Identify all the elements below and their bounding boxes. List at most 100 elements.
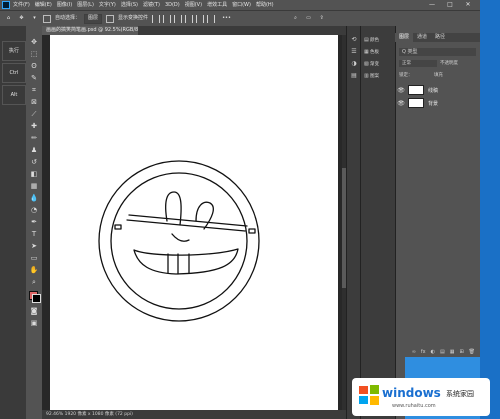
layer-mask-icon[interactable]: ◐ (431, 349, 435, 355)
trash-icon[interactable]: 🗑 (469, 349, 475, 355)
menu-layer[interactable]: 图层(L) (77, 0, 94, 10)
layer-style-icon[interactable]: fx (421, 349, 426, 355)
align-center-icon[interactable] (163, 14, 172, 23)
blend-mode-dropdown[interactable]: 正常 (399, 60, 437, 67)
quick-select-tool-icon[interactable]: ✎ (29, 73, 39, 83)
zoom-tool-icon[interactable]: ⌕ (29, 277, 39, 287)
align-bottom-icon[interactable] (207, 14, 216, 23)
layer-row[interactable]: 👁 线稿 (396, 84, 480, 96)
eraser-tool-icon[interactable]: ◧ (29, 169, 39, 179)
new-layer-icon[interactable]: ⊞ (459, 349, 463, 355)
eyebrow-line-bottom (126, 219, 246, 232)
maximize-button[interactable]: □ (442, 0, 458, 10)
menu-3d[interactable]: 3D(D) (165, 0, 180, 10)
brush-tool-icon[interactable]: ✏ (29, 133, 39, 143)
menu-file[interactable]: 文件(F) (13, 0, 30, 10)
menu-type[interactable]: 文字(Y) (99, 0, 116, 10)
marquee-tool-icon[interactable]: ⬚ (29, 49, 39, 59)
frame-tool-icon[interactable]: ⊠ (29, 97, 39, 107)
menu-plugins[interactable]: 增效工具 (207, 0, 227, 10)
tab-layers[interactable]: 图层 (395, 33, 414, 42)
layer-row[interactable]: 👁 背景 (396, 97, 480, 109)
background-color-swatch[interactable] (32, 294, 41, 303)
lasso-tool-icon[interactable]: ʘ (29, 61, 39, 71)
watermark-sub: 系统家园 (446, 390, 474, 398)
pen-tool-icon[interactable]: ✒ (29, 217, 39, 227)
menu-image[interactable]: 图像(I) (57, 0, 72, 10)
adjustments-panel-icon[interactable]: ◑ (350, 60, 358, 68)
visibility-eye-icon[interactable]: 👁 (396, 87, 406, 94)
align-middle-icon[interactable] (196, 14, 205, 23)
tab-paths[interactable]: 路径 (431, 33, 449, 42)
screen-mode-icon[interactable]: ▣ (29, 318, 39, 328)
type-tool-icon[interactable]: T (29, 229, 39, 239)
menu-help[interactable]: 帮助(H) (256, 0, 274, 10)
layer-thumbnail (408, 98, 424, 108)
gradients-panel-label: 渐变 (370, 62, 379, 67)
align-left-icon[interactable] (152, 14, 161, 23)
collapsed-panels-column: ⟲ ☰ ◑ ▤ (346, 26, 360, 419)
right-eye (195, 201, 214, 230)
gradients-panel-item[interactable]: ▧渐变 (364, 60, 395, 68)
share-icon[interactable]: ⇪ (317, 14, 326, 23)
tool-preset-chevron-icon[interactable]: ▾ (30, 14, 39, 23)
menu-select[interactable]: 选择(S) (121, 0, 138, 10)
shortcut-label-ctrl[interactable]: Ctrl (2, 63, 26, 83)
close-button[interactable]: ✕ (460, 0, 476, 10)
patterns-panel-item[interactable]: ▥图案 (364, 72, 395, 80)
tab-channels[interactable]: 通道 (413, 33, 431, 42)
crop-tool-icon[interactable]: ⌗ (29, 85, 39, 95)
tools-panel: ✥ ⬚ ʘ ✎ ⌗ ⊠ ⟋ ✚ ✏ ♟ ↺ ◧ ▦ 💧 ◔ ✒ T ➤ ▭ ✋ … (26, 26, 42, 419)
shortcut-label-exec[interactable]: 执行 (2, 41, 26, 61)
search-icon[interactable]: ⌕ (291, 14, 300, 23)
color-panel-item[interactable]: ▤颜色 (364, 36, 395, 44)
adjustment-layer-icon[interactable]: ▤ (440, 349, 445, 355)
layer-name[interactable]: 背景 (428, 100, 438, 107)
path-select-tool-icon[interactable]: ➤ (29, 241, 39, 251)
show-transform-checkbox[interactable] (106, 14, 115, 23)
fill-label[interactable]: 填充 (434, 73, 443, 78)
align-top-icon[interactable] (185, 14, 194, 23)
dodge-tool-icon[interactable]: ◔ (29, 205, 39, 215)
watermark-brand: windows (382, 386, 441, 400)
menu-bar: 文件(F) 编辑(E) 图像(I) 图层(L) 文字(Y) 选择(S) 滤镜(T… (0, 0, 500, 10)
history-panel-icon[interactable]: ⟲ (350, 36, 358, 44)
group-icon[interactable]: ▦ (450, 349, 455, 355)
more-options-icon[interactable]: ••• (222, 14, 231, 23)
opacity-label[interactable]: 不透明度 (440, 60, 476, 67)
layers-panel-tabs: 图层 通道 路径 (395, 33, 480, 42)
shortcut-label-alt[interactable]: Alt (2, 85, 26, 105)
minimize-button[interactable]: — (424, 0, 440, 10)
document-tab[interactable]: 画画的搞笑简笔画.psd @ 92.5%(RGB/8#) * (42, 26, 138, 35)
blur-tool-icon[interactable]: 💧 (29, 193, 39, 203)
quick-mask-icon[interactable]: ◙ (29, 306, 39, 316)
auto-select-dropdown[interactable]: 图层 (84, 13, 103, 24)
libraries-panel-icon[interactable]: ▤ (350, 72, 358, 80)
layers-footer: ∞ fx ◐ ▤ ▦ ⊞ 🗑 (395, 347, 480, 357)
visibility-eye-icon[interactable]: 👁 (396, 100, 406, 107)
layer-filter-dropdown[interactable]: Q 类型 (399, 48, 476, 56)
menu-window[interactable]: 窗口(W) (232, 0, 251, 10)
photoshop-logo-icon[interactable] (2, 1, 10, 9)
properties-panel-icon[interactable]: ☰ (350, 48, 358, 56)
menu-view[interactable]: 视图(V) (185, 0, 202, 10)
menu-filter[interactable]: 滤镜(T) (143, 0, 160, 10)
auto-select-checkbox[interactable] (43, 14, 51, 23)
stamp-tool-icon[interactable]: ♟ (29, 145, 39, 155)
document-canvas[interactable] (50, 35, 338, 410)
hand-tool-icon[interactable]: ✋ (29, 265, 39, 275)
align-right-icon[interactable] (174, 14, 183, 23)
menu-edit[interactable]: 编辑(E) (35, 0, 52, 10)
workspace-icon[interactable]: ▭ (304, 14, 313, 23)
eyedropper-tool-icon[interactable]: ⟋ (29, 109, 39, 119)
history-brush-icon[interactable]: ↺ (29, 157, 39, 167)
gradient-tool-icon[interactable]: ▦ (29, 181, 39, 191)
healing-tool-icon[interactable]: ✚ (29, 121, 39, 131)
link-layers-icon[interactable]: ∞ (412, 349, 416, 355)
shape-tool-icon[interactable]: ▭ (29, 253, 39, 263)
move-tool-icon[interactable]: ✥ (17, 14, 26, 23)
swatches-panel-item[interactable]: ▦色板 (364, 48, 395, 56)
layer-name[interactable]: 线稿 (428, 87, 438, 94)
home-icon[interactable]: ⌂ (4, 14, 13, 23)
move-tool-icon[interactable]: ✥ (29, 37, 39, 47)
